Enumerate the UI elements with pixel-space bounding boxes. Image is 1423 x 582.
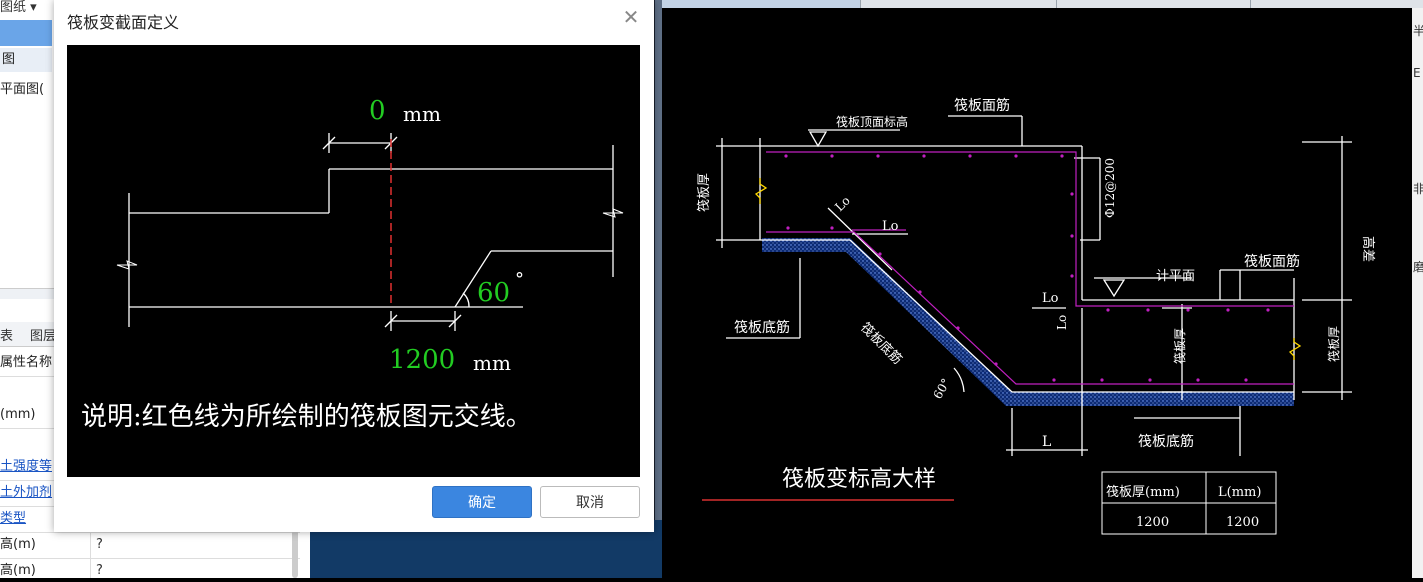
label-bottom-rebar-slant: 筏板底筋 [857, 320, 905, 368]
cad-drawing: 筏板顶面标高 筏板面筋 筏板厚 Φ12@200 高差 Lo Lo Lo Lo 计… [662, 8, 1412, 578]
property-name: (mm) [0, 407, 36, 422]
width-value[interactable]: 1200 [389, 345, 455, 375]
dialog-title: 筏板变截面定义 [67, 13, 180, 32]
offset-unit: mm [403, 102, 441, 126]
side-char: 半 [1413, 24, 1423, 38]
label-top-elev: 筏板顶面标高 [836, 114, 908, 129]
drawing-list-item[interactable]: 平面图( [0, 78, 44, 97]
ok-button[interactable]: 确定 [432, 486, 532, 518]
label-rebar-spec: Φ12@200 [1103, 158, 1117, 218]
property-name[interactable]: 类型 [0, 506, 26, 532]
offset-value[interactable]: 0 [369, 96, 386, 126]
property-name[interactable]: 土外加剂 [0, 480, 52, 506]
property-row[interactable]: 高(m)? [0, 558, 300, 578]
close-icon[interactable]: ✕ [620, 4, 642, 30]
label-bottom-rebar-right: 筏板底筋 [1138, 433, 1194, 450]
section-preview: 0 mm 1200 mm 60 ° 说明:红色线为所绘制的筏板图元交线。 [67, 45, 640, 477]
property-name[interactable]: 土强度等 [0, 454, 52, 480]
cad-tab[interactable] [860, 0, 1057, 8]
label-angle: 60° [930, 376, 953, 401]
param-table: 筏板厚(mm) L(mm) 1200 1200 [1101, 471, 1277, 535]
label-height-diff: 高差 [1360, 236, 1376, 262]
label-lo-right: Lo [1042, 291, 1059, 306]
tab-layers[interactable]: 图层 [30, 325, 56, 344]
label-level-face: 计平面 [1156, 269, 1195, 284]
section-outline [116, 133, 624, 331]
label-thickness-right: 筏板厚 [1327, 326, 1341, 362]
property-name: 高(m) [0, 563, 36, 578]
angle-value[interactable]: 60 [477, 278, 510, 308]
table-header-thickness: 筏板厚(mm) [1106, 484, 1180, 500]
label-bottom-rebar-left: 筏板底筋 [734, 319, 790, 336]
tab-properties[interactable]: 表 [0, 325, 13, 344]
rebar-dots [784, 154, 1270, 382]
table-header-length: L(mm) [1218, 485, 1261, 500]
table-value-thickness: 1200 [1136, 515, 1169, 530]
side-char: 非 [1413, 182, 1423, 196]
section-preview-svg: 0 mm 1200 mm 60 ° 说明:红色线为所绘制的筏板图元交线。 [81, 96, 624, 432]
cad-tab-strip [662, 0, 1423, 8]
label-lo-slant: Lo [832, 193, 853, 214]
table-value-length: 1200 [1226, 515, 1259, 530]
property-name: 属性名称 [0, 355, 53, 370]
side-char: 磨 [1413, 260, 1423, 274]
raft-section-dialog: 筏板变截面定义 ✕ 0 mm 1200 mm 60 ° 说明:红色线为所绘制的筏… [54, 0, 654, 532]
label-length: L [1042, 434, 1051, 450]
drawing-dropdown[interactable]: 图纸 ▾ [0, 0, 37, 15]
label-lo-top: Lo [882, 219, 899, 234]
cad-tab[interactable] [1056, 0, 1251, 8]
label-top-rebar-right: 筏板面筋 [1244, 253, 1300, 270]
label-thickness-left: 筏板厚 [696, 173, 712, 212]
angle-unit: ° [515, 269, 524, 290]
note-text: 说明:红色线为所绘制的筏板图元交线。 [81, 402, 532, 432]
cad-title: 筏板变标高大样 [782, 467, 936, 492]
label-lo-vertical: Lo [1055, 315, 1069, 330]
scrollbar[interactable] [292, 530, 298, 578]
concrete-cushion [762, 238, 1294, 406]
cad-labels: 筏板顶面标高 筏板面筋 筏板厚 Φ12@200 高差 Lo Lo Lo Lo 计… [696, 97, 1376, 492]
property-name: 高(m) [0, 537, 36, 552]
panel-header-band [0, 20, 52, 46]
property-value[interactable]: ? [96, 558, 103, 578]
property-value[interactable]: ? [96, 532, 103, 558]
right-sidebar [1412, 8, 1423, 578]
cancel-button[interactable]: 取消 [540, 486, 640, 518]
property-row[interactable]: 高(m)? [0, 532, 300, 559]
label-thickness-mid: 筏板厚 [1173, 328, 1187, 364]
width-unit: mm [473, 351, 511, 375]
viewport-border [655, 0, 662, 578]
rebar-lines [766, 151, 1294, 385]
label-top-rebar: 筏板面筋 [954, 97, 1010, 114]
drawing-list-header: 图 [0, 48, 52, 72]
side-char: E [1413, 66, 1421, 80]
cad-drawing-svg: 筏板顶面标高 筏板面筋 筏板厚 Φ12@200 高差 Lo Lo Lo Lo 计… [696, 97, 1376, 535]
cad-tab-active[interactable] [662, 0, 861, 8]
